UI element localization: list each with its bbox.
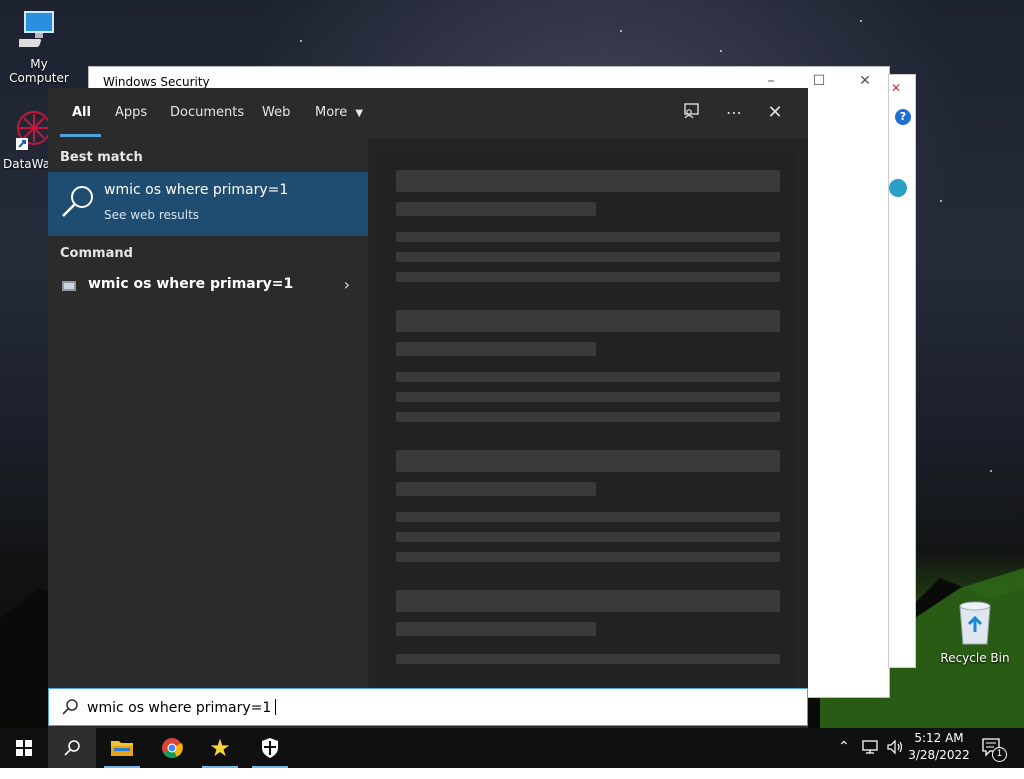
best-match-subtitle: See web results (104, 208, 200, 222)
notification-badge: 1 (992, 747, 1007, 762)
best-match-title: wmic os where primary=1 (104, 182, 289, 198)
tab-web[interactable]: Web (262, 105, 290, 120)
tab-more-label: More (315, 105, 348, 120)
windows-security-taskbar-button[interactable] (246, 728, 294, 768)
volume-icon[interactable] (886, 739, 904, 779)
search-input[interactable]: wmic os where primary=1 (87, 699, 277, 716)
desktop-icon-label: My Computer (9, 57, 69, 85)
search-icon (64, 740, 80, 756)
tab-more[interactable]: More ▼ (315, 105, 363, 120)
background-window-edge: ✕ ? (888, 74, 916, 668)
desktop-icon-label: Recycle Bin (940, 651, 1010, 665)
help-icon[interactable]: ? (895, 109, 911, 125)
more-options-icon[interactable]: ⋯ (723, 102, 745, 124)
windows-logo-icon (16, 740, 32, 756)
start-search-panel[interactable]: All Apps Documents Web More ▼ ⋯ ✕ Best m… (48, 88, 808, 728)
chrome-button[interactable] (148, 728, 196, 768)
text-caret (275, 699, 277, 715)
folder-icon (111, 741, 133, 756)
chevron-right-icon[interactable]: › (344, 275, 350, 294)
chrome-icon (162, 738, 183, 759)
window-title: Windows Security (103, 75, 210, 89)
file-explorer-button[interactable] (98, 728, 146, 768)
close-button[interactable]: ✕ (855, 71, 875, 91)
show-hidden-icons-button[interactable]: ⌃ (838, 739, 850, 779)
close-icon[interactable]: ✕ (764, 102, 786, 124)
desktop-icon-my-computer[interactable]: My Computer (0, 8, 78, 85)
command-heading: Command (60, 246, 133, 261)
chevron-down-icon: ▼ (355, 108, 364, 119)
command-result[interactable]: wmic os where primary=1 › (48, 266, 368, 306)
tab-documents[interactable]: Documents (170, 105, 244, 120)
command-title: wmic os where primary=1 (88, 276, 294, 292)
desktop-icon-recycle-bin[interactable]: Recycle Bin (934, 598, 1016, 665)
taskbar: ★ ⌃ 5:12 AM 3/28/2022 1 (0, 728, 1024, 768)
favorites-app-button[interactable]: ★ (196, 728, 244, 768)
close-icon[interactable]: ✕ (891, 81, 901, 95)
search-icon (62, 186, 93, 217)
preview-pane (368, 138, 808, 690)
results-list: Best match wmic os where primary=1 See w… (48, 138, 368, 688)
tab-all[interactable]: All (72, 105, 91, 120)
preview-loading-skeleton (376, 150, 796, 690)
maximize-button[interactable]: ☐ (809, 71, 829, 91)
feedback-icon[interactable] (680, 102, 702, 124)
clock-date: 3/28/2022 (908, 748, 970, 762)
globe-icon (889, 179, 907, 197)
shield-icon (262, 738, 278, 758)
system-clock[interactable]: 5:12 AM 3/28/2022 (906, 730, 972, 764)
active-tab-indicator (60, 134, 101, 137)
network-icon[interactable] (862, 739, 880, 779)
tab-apps[interactable]: Apps (115, 105, 147, 120)
computer-icon (11, 11, 54, 47)
best-match-heading: Best match (60, 150, 143, 165)
search-taskbar-button[interactable] (48, 728, 96, 768)
start-button[interactable] (0, 728, 48, 768)
search-query-text: wmic os where primary=1 (87, 700, 272, 716)
search-icon (62, 699, 78, 715)
search-tabs: All Apps Documents Web More ▼ ⋯ ✕ (48, 88, 808, 138)
notification-center-button[interactable]: 1 (982, 738, 1007, 778)
search-box[interactable]: wmic os where primary=1 (48, 688, 808, 726)
recycle-bin-icon (959, 601, 991, 645)
star-icon: ★ (209, 734, 231, 762)
command-icon (62, 281, 76, 291)
best-match-result[interactable]: wmic os where primary=1 See web results (48, 172, 368, 236)
clock-time: 5:12 AM (914, 731, 964, 745)
